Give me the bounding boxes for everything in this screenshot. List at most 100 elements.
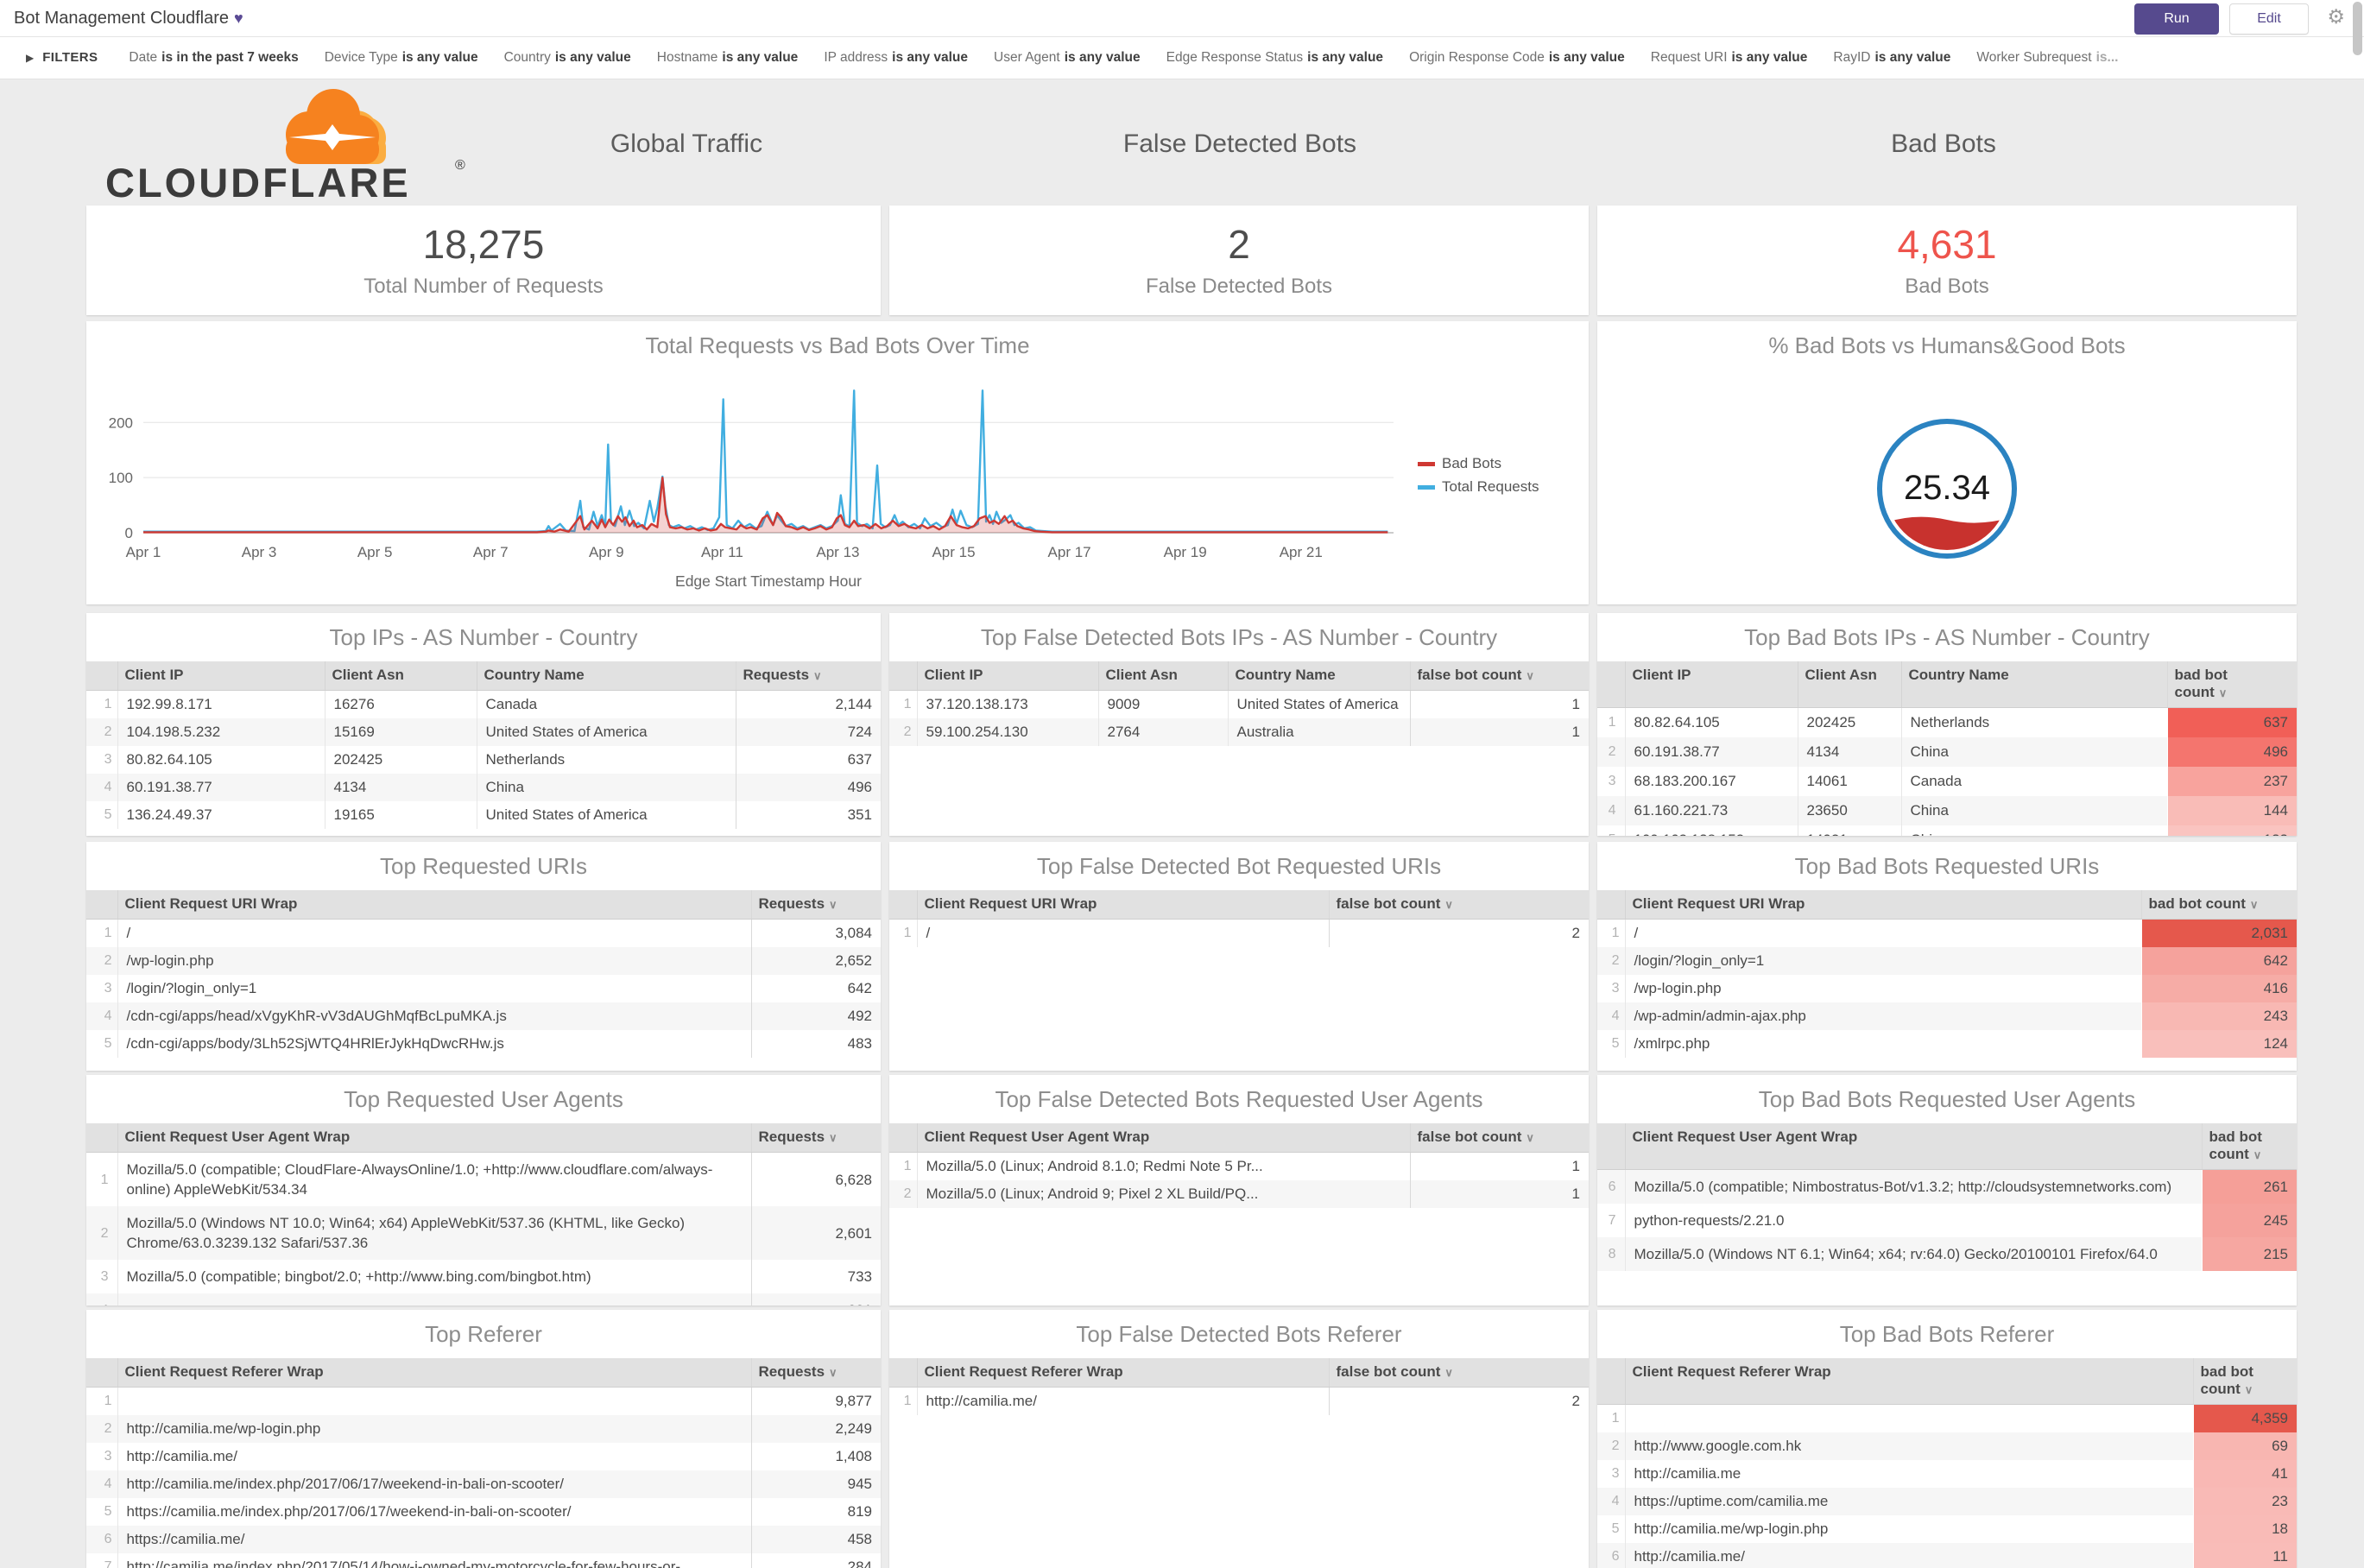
value-cell[interactable]: 144	[2167, 796, 2297, 825]
cell[interactable]: 80.82.64.105	[117, 746, 325, 774]
cell[interactable]: 19165	[324, 801, 477, 829]
filters-label[interactable]: FILTERS	[42, 50, 98, 65]
filter-chip-date[interactable]: Date is in the past 7 weeks	[129, 50, 298, 65]
cell[interactable]: 15169	[324, 718, 477, 746]
cell[interactable]: Mozilla/5.0 (compatible; bingbot/2.0; +h…	[117, 1260, 751, 1293]
value-cell[interactable]: 2	[1328, 919, 1589, 947]
cell[interactable]: Canada	[476, 690, 736, 718]
page-scrollbar-thumb[interactable]	[2353, 2, 2362, 55]
column-header[interactable]: Client IP	[1624, 661, 1798, 708]
value-cell[interactable]: 243	[2141, 1002, 2297, 1030]
cell[interactable]: United States of America	[476, 718, 736, 746]
cell[interactable]: Australia	[1227, 718, 1410, 746]
column-header[interactable]: Client Request User Agent Wrap	[916, 1123, 1410, 1153]
cell[interactable]: http://camilia.me/wp-login.php	[117, 1415, 751, 1443]
value-cell[interactable]: 724	[735, 718, 881, 746]
edit-button[interactable]: Edit	[2229, 3, 2309, 35]
column-header[interactable]: Client Request URI Wrap	[117, 890, 751, 920]
cell[interactable]: Mozilla/5.0 (compatible; Nimbostratus-Bo…	[1624, 1169, 2202, 1204]
value-cell[interactable]: 496	[735, 774, 881, 801]
cell[interactable]: http://camilia.me	[1624, 1460, 2193, 1488]
value-cell[interactable]: 1	[1409, 690, 1589, 718]
cell[interactable]: Mozilla/5.0 (Linux; Android 8.1.0; Redmi…	[916, 1152, 1410, 1180]
cell[interactable]: http://camilia.me/wp-login.php	[1624, 1515, 2193, 1543]
cell[interactable]: /wp-login.php	[1624, 975, 2141, 1002]
cell[interactable]: http://camilia.me/	[117, 1443, 751, 1470]
column-header[interactable]: Client Request User Agent Wrap	[1624, 1123, 2202, 1170]
value-cell[interactable]: 3,084	[750, 919, 881, 947]
sort-column-header[interactable]: false bot count ∨	[1328, 890, 1589, 920]
value-cell[interactable]: 2	[1328, 1387, 1589, 1415]
sort-column-header[interactable]: Requests ∨	[750, 1123, 881, 1153]
value-cell[interactable]: 2,144	[735, 690, 881, 718]
cell[interactable]: United States of America	[1227, 690, 1410, 718]
value-cell[interactable]: 133	[2167, 825, 2297, 836]
cell[interactable]: http://camilia.me/index.php/2017/05/14/h…	[117, 1553, 751, 1568]
value-cell[interactable]: 642	[750, 975, 881, 1002]
column-header[interactable]: Client Asn	[1097, 661, 1228, 691]
value-cell[interactable]: 492	[750, 1002, 881, 1030]
cell[interactable]: /xmlrpc.php	[1624, 1030, 2141, 1058]
value-cell[interactable]: 284	[750, 1553, 881, 1568]
value-cell[interactable]: 637	[735, 746, 881, 774]
cell[interactable]: 37.120.138.173	[916, 690, 1098, 718]
value-cell[interactable]: 1	[1409, 1180, 1589, 1208]
sort-column-header[interactable]: false bot count ∨	[1409, 661, 1589, 691]
value-cell[interactable]: 1	[1409, 1152, 1589, 1180]
column-header[interactable]: Client Request URI Wrap	[1624, 890, 2141, 920]
value-cell[interactable]: 2,249	[750, 1415, 881, 1443]
gear-icon[interactable]: ⚙	[2327, 5, 2345, 28]
cell[interactable]: /wp-login.php	[117, 947, 751, 975]
sort-column-header[interactable]: bad bot count ∨	[2201, 1123, 2297, 1170]
filter-chip-rayid[interactable]: RayID is any value	[1833, 50, 1950, 65]
value-cell[interactable]: 237	[2167, 767, 2297, 796]
sort-column-header[interactable]: Requests ∨	[750, 890, 881, 920]
cell[interactable]: 104.198.5.232	[117, 718, 325, 746]
cell[interactable]: /wp-admin/admin-ajax.php	[1624, 1002, 2141, 1030]
value-cell[interactable]: 215	[2202, 1237, 2297, 1271]
filters-expander-icon[interactable]: ▶	[26, 52, 34, 64]
cell[interactable]: https://camilia.me/	[117, 1526, 751, 1553]
cell[interactable]: 80.82.64.105	[1624, 707, 1798, 737]
value-cell[interactable]: 6,628	[750, 1152, 881, 1206]
value-cell[interactable]: 681	[750, 1293, 881, 1306]
cell[interactable]: 23650	[1797, 796, 1901, 825]
run-button[interactable]: Run	[2134, 3, 2219, 35]
cell[interactable]: China	[476, 774, 736, 801]
value-cell[interactable]: 733	[750, 1260, 881, 1293]
value-cell[interactable]: 245	[2202, 1204, 2297, 1237]
cell[interactable]: 202425	[324, 746, 477, 774]
cell[interactable]: 9009	[1097, 690, 1228, 718]
cell[interactable]: 60.191.38.77	[1624, 737, 1798, 767]
column-header[interactable]: Client Asn	[1797, 661, 1901, 708]
sort-column-header[interactable]: bad bot count ∨	[2140, 890, 2297, 920]
value-cell[interactable]: 261	[2202, 1169, 2297, 1204]
filter-chip-ip-address[interactable]: IP address is any value	[824, 50, 968, 65]
cell[interactable]: 136.24.49.37	[117, 801, 325, 829]
value-cell[interactable]: 1,408	[750, 1443, 881, 1470]
cell[interactable]: 4134	[1797, 737, 1901, 767]
sort-column-header[interactable]: bad bot count ∨	[2166, 661, 2297, 708]
column-header[interactable]: Client IP	[117, 661, 325, 691]
cell[interactable]: Netherlands	[476, 746, 736, 774]
cell[interactable]: Canada	[1900, 767, 2167, 796]
cell[interactable]: Netherlands	[1900, 707, 2167, 737]
column-header[interactable]: Country Name	[476, 661, 736, 691]
column-header[interactable]: Client Asn	[324, 661, 477, 691]
sort-column-header[interactable]: Requests ∨	[750, 1358, 881, 1388]
filter-chip-origin-response-code[interactable]: Origin Response Code is any value	[1409, 50, 1625, 65]
sort-column-header[interactable]: bad bot count ∨	[2192, 1358, 2297, 1405]
filter-chip-device-type[interactable]: Device Type is any value	[325, 50, 478, 65]
value-cell[interactable]: 416	[2141, 975, 2297, 1002]
cell[interactable]: China	[1900, 737, 2167, 767]
value-cell[interactable]: 41	[2193, 1460, 2297, 1488]
column-header[interactable]: Client Request Referer Wrap	[117, 1358, 751, 1388]
column-header[interactable]: Client IP	[916, 661, 1098, 691]
value-cell[interactable]: 2,652	[750, 947, 881, 975]
value-cell[interactable]: 2,601	[750, 1206, 881, 1260]
cell[interactable]: /cdn-cgi/apps/head/xVgyKhR-vV3dAUGhMqfBc…	[117, 1002, 751, 1030]
cell[interactable]: /login/?login_only=1	[1624, 947, 2141, 975]
filter-chip-edge-response-status[interactable]: Edge Response Status is any value	[1166, 50, 1383, 65]
cell[interactable]: 59.100.254.130	[916, 718, 1098, 746]
column-header[interactable]: Client Request Referer Wrap	[916, 1358, 1329, 1388]
